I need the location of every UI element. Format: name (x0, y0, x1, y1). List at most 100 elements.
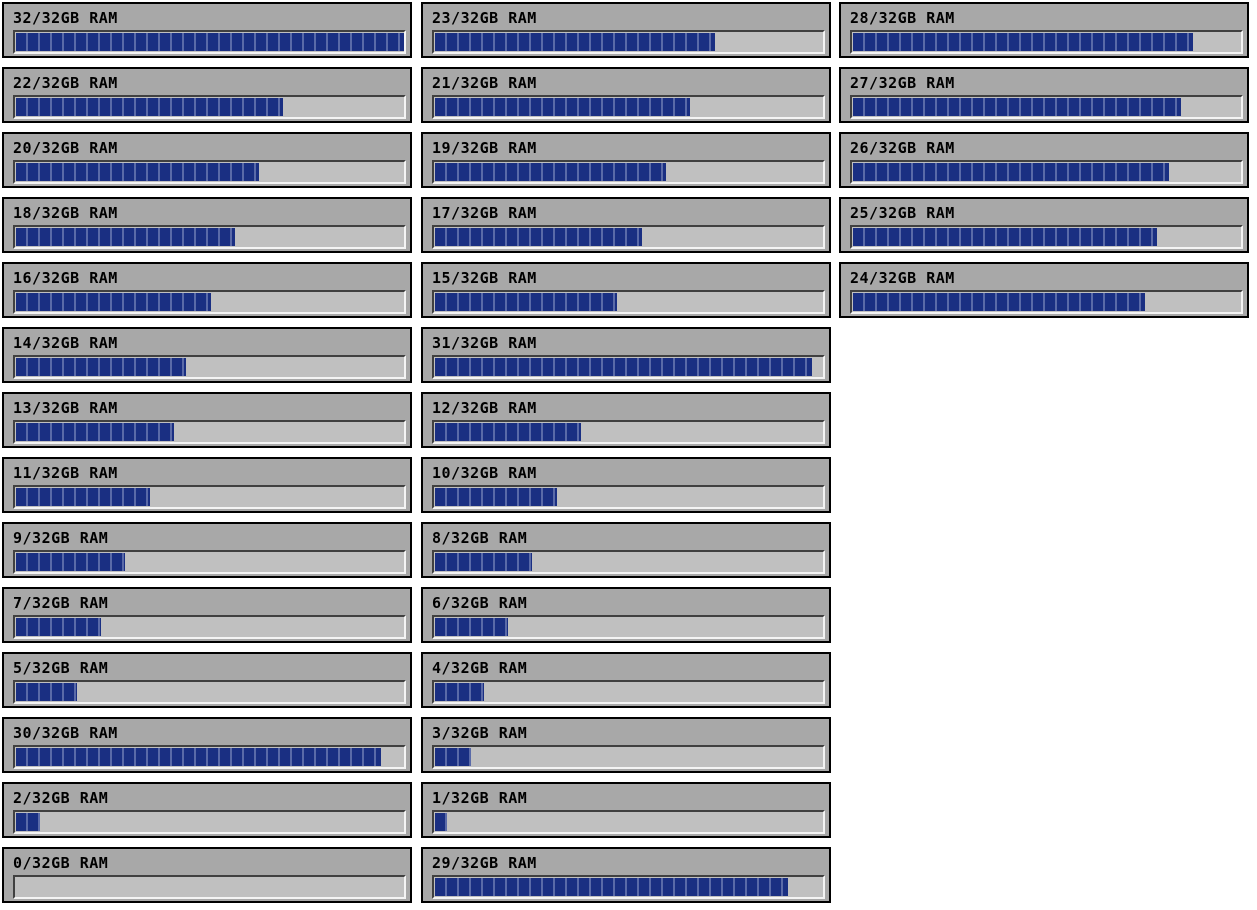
ram-progress-fill (16, 748, 381, 766)
ram-progress-fill (16, 33, 404, 51)
ram-progress-fill (435, 618, 508, 636)
ram-meter-label: 10/32GB RAM (432, 464, 537, 482)
ram-meter-label: 23/32GB RAM (432, 9, 537, 27)
ram-progress-fill (853, 163, 1169, 181)
ram-meter-panel: 5/32GB RAM (2, 652, 412, 708)
ram-progress-track (13, 355, 406, 379)
ram-meter-panel: 12/32GB RAM (421, 392, 831, 448)
ram-meter-panel: 22/32GB RAM (2, 67, 412, 123)
ram-meter-label: 26/32GB RAM (850, 139, 955, 157)
ram-progress-track (13, 160, 406, 184)
ram-progress-fill (16, 813, 40, 831)
ram-progress-fill (16, 98, 283, 116)
ram-meter-panel: 25/32GB RAM (839, 197, 1249, 253)
ram-progress-track (432, 745, 825, 769)
ram-meter-panel: 7/32GB RAM (2, 587, 412, 643)
ram-meter-panel: 3/32GB RAM (421, 717, 831, 773)
ram-meter-panel: 24/32GB RAM (839, 262, 1249, 318)
ram-meter-panel: 20/32GB RAM (2, 132, 412, 188)
ram-meter-label: 25/32GB RAM (850, 204, 955, 222)
ram-progress-fill (853, 98, 1181, 116)
ram-progress-fill (853, 33, 1193, 51)
ram-progress-track (13, 680, 406, 704)
ram-meter-label: 15/32GB RAM (432, 269, 537, 287)
ram-meter-label: 18/32GB RAM (13, 204, 118, 222)
ram-meter-label: 0/32GB RAM (13, 854, 109, 872)
ram-progress-track (13, 95, 406, 119)
ram-progress-fill (435, 488, 557, 506)
ram-meter-panel: 11/32GB RAM (2, 457, 412, 513)
ram-meter-label: 7/32GB RAM (13, 594, 109, 612)
ram-progress-track (432, 95, 825, 119)
ram-progress-track (850, 225, 1243, 249)
ram-meter-panel: 1/32GB RAM (421, 782, 831, 838)
ram-progress-track (432, 810, 825, 834)
ram-meter-panel: 19/32GB RAM (421, 132, 831, 188)
ram-progress-track (432, 680, 825, 704)
ram-progress-track (13, 225, 406, 249)
ram-progress-track (13, 550, 406, 574)
ram-meter-panel: 29/32GB RAM (421, 847, 831, 903)
ram-meter-panel: 4/32GB RAM (421, 652, 831, 708)
ram-meter-label: 30/32GB RAM (13, 724, 118, 742)
ram-meter-panel: 27/32GB RAM (839, 67, 1249, 123)
ram-meter-label: 21/32GB RAM (432, 74, 537, 92)
ram-progress-track (432, 290, 825, 314)
ram-meter-panel: 31/32GB RAM (421, 327, 831, 383)
ram-progress-fill (16, 488, 150, 506)
ram-meter-label: 16/32GB RAM (13, 269, 118, 287)
ram-progress-track (850, 290, 1243, 314)
ram-progress-track (13, 290, 406, 314)
ram-progress-fill (16, 553, 125, 571)
ram-meter-panel: 18/32GB RAM (2, 197, 412, 253)
ram-meter-panel: 30/32GB RAM (2, 717, 412, 773)
ram-meter-panel: 15/32GB RAM (421, 262, 831, 318)
ram-meter-label: 14/32GB RAM (13, 334, 118, 352)
ram-progress-fill (435, 683, 484, 701)
ram-meter-label: 2/32GB RAM (13, 789, 109, 807)
ram-meter-label: 1/32GB RAM (432, 789, 528, 807)
ram-meter-label: 4/32GB RAM (432, 659, 528, 677)
ram-progress-track (850, 160, 1243, 184)
ram-progress-track (432, 485, 825, 509)
ram-progress-track (432, 225, 825, 249)
ram-meter-label: 32/32GB RAM (13, 9, 118, 27)
ram-progress-fill (435, 553, 532, 571)
ram-meter-label: 11/32GB RAM (13, 464, 118, 482)
ram-progress-fill (16, 228, 235, 246)
ram-meter-label: 13/32GB RAM (13, 399, 118, 417)
ram-meter-panel: 16/32GB RAM (2, 262, 412, 318)
ram-progress-fill (435, 98, 690, 116)
ram-progress-fill (435, 748, 471, 766)
ram-progress-fill (435, 358, 812, 376)
ram-meter-panel: 0/32GB RAM (2, 847, 412, 903)
ram-progress-fill (16, 163, 259, 181)
ram-progress-track (432, 615, 825, 639)
ram-meter-panel: 14/32GB RAM (2, 327, 412, 383)
ram-progress-track (13, 615, 406, 639)
ram-progress-track (13, 420, 406, 444)
ram-meter-label: 20/32GB RAM (13, 139, 118, 157)
ram-meter-panel: 6/32GB RAM (421, 587, 831, 643)
ram-progress-track (432, 160, 825, 184)
ram-progress-fill (435, 423, 581, 441)
ram-progress-fill (435, 228, 642, 246)
ram-meter-panel: 26/32GB RAM (839, 132, 1249, 188)
ram-meter-label: 12/32GB RAM (432, 399, 537, 417)
ram-progress-track (850, 30, 1243, 54)
ram-progress-fill (16, 618, 101, 636)
ram-progress-track (432, 30, 825, 54)
ram-progress-track (13, 485, 406, 509)
ram-progress-track (13, 30, 406, 54)
ram-meter-label: 9/32GB RAM (13, 529, 109, 547)
ram-meter-panel: 28/32GB RAM (839, 2, 1249, 58)
ram-meter-panel: 23/32GB RAM (421, 2, 831, 58)
ram-meter-panel: 17/32GB RAM (421, 197, 831, 253)
ram-progress-track (13, 810, 406, 834)
ram-progress-track (432, 550, 825, 574)
ram-meter-label: 27/32GB RAM (850, 74, 955, 92)
ram-meter-label: 8/32GB RAM (432, 529, 528, 547)
ram-meter-panel: 21/32GB RAM (421, 67, 831, 123)
ram-meter-label: 29/32GB RAM (432, 854, 537, 872)
ram-meter-label: 3/32GB RAM (432, 724, 528, 742)
